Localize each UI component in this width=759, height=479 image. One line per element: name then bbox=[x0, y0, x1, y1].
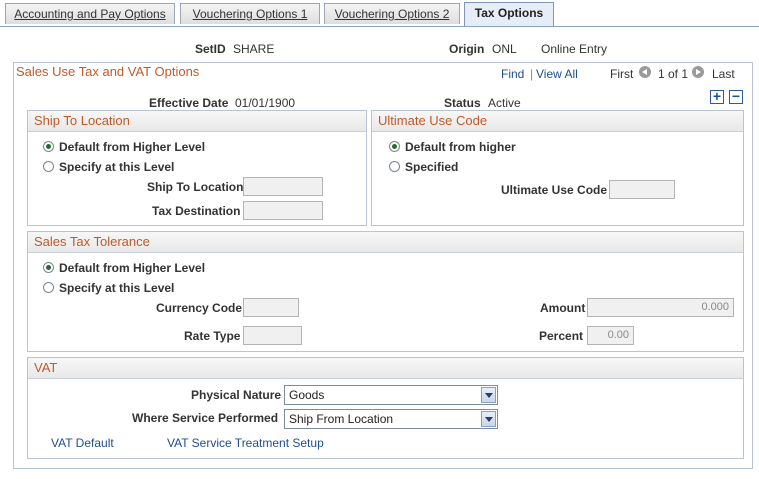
tab-tax-options[interactable]: Tax Options bbox=[464, 2, 554, 26]
nav-separator: | bbox=[530, 67, 534, 81]
panel-title: Sales Use Tax and VAT Options bbox=[16, 64, 200, 79]
last-label: Last bbox=[712, 67, 735, 81]
percent-label: Percent bbox=[539, 329, 584, 343]
radio-label: Specify at this Level bbox=[59, 160, 175, 174]
amount-label: Amount bbox=[540, 301, 586, 315]
tab-vouchering-options-2[interactable]: Vouchering Options 2 bbox=[324, 3, 460, 24]
radio-label: Specify at this Level bbox=[59, 281, 175, 295]
physical-nature-label: Physical Nature bbox=[191, 388, 282, 402]
group-title: Ultimate Use Code bbox=[378, 113, 488, 128]
chevron-down-icon bbox=[481, 387, 496, 403]
tab-vouchering-options-1[interactable]: Vouchering Options 1 bbox=[180, 3, 320, 24]
currency-code-label: Currency Code bbox=[156, 301, 243, 315]
radio-default-from-higher[interactable] bbox=[389, 141, 400, 152]
group-header: Ultimate Use Code bbox=[372, 111, 743, 132]
previous-icon[interactable] bbox=[639, 66, 651, 78]
row-range: 1 of 1 bbox=[658, 67, 689, 81]
group-title: VAT bbox=[34, 360, 58, 375]
physical-nature-value: Goods bbox=[289, 388, 325, 402]
radio-label: Default from higher bbox=[405, 140, 516, 154]
status-label: Status bbox=[444, 96, 481, 110]
physical-nature-select[interactable]: Goods bbox=[284, 385, 498, 405]
view-all-link[interactable]: View All bbox=[536, 67, 578, 81]
group-title: Ship To Location bbox=[34, 113, 130, 128]
minus-icon[interactable]: − bbox=[729, 89, 743, 104]
rate-type-field bbox=[243, 326, 302, 345]
vat-group: VAT bbox=[27, 357, 744, 459]
origin-description: Online Entry bbox=[541, 42, 608, 56]
radio-specified[interactable] bbox=[389, 161, 400, 172]
tax-destination-label: Tax Destination bbox=[152, 204, 241, 218]
ultimate-use-code-field bbox=[609, 180, 675, 199]
ship-to-location-label: Ship To Location bbox=[147, 180, 244, 194]
tab-accounting-and-pay-options[interactable]: Accounting and Pay Options bbox=[5, 3, 175, 24]
vat-default-link[interactable]: VAT Default bbox=[51, 436, 114, 450]
where-service-performed-value: Ship From Location bbox=[289, 412, 394, 426]
radio-specify-at-this-level[interactable] bbox=[43, 282, 54, 293]
currency-code-field bbox=[243, 298, 299, 317]
chevron-down-icon bbox=[481, 411, 496, 427]
find-link[interactable]: Find bbox=[501, 67, 524, 81]
percent-field: 0.00 bbox=[587, 326, 634, 345]
plus-icon[interactable]: + bbox=[710, 89, 724, 104]
effective-date-label: Effective Date bbox=[149, 96, 229, 110]
amount-field: 0.000 bbox=[587, 298, 734, 317]
group-header: Sales Tax Tolerance bbox=[28, 232, 743, 253]
first-label: First bbox=[610, 67, 634, 81]
tab-bar: Accounting and Pay Options Vouchering Op… bbox=[0, 0, 759, 27]
group-header: VAT bbox=[28, 358, 743, 379]
setid-label: SetID bbox=[195, 42, 226, 56]
status-value: Active bbox=[488, 96, 521, 110]
rate-type-label: Rate Type bbox=[184, 329, 241, 343]
radio-label: Specified bbox=[405, 160, 459, 174]
tax-destination-field bbox=[243, 201, 323, 220]
radio-label: Default from Higher Level bbox=[59, 261, 206, 275]
next-icon[interactable] bbox=[692, 66, 704, 78]
vat-service-treatment-setup-link[interactable]: VAT Service Treatment Setup bbox=[167, 436, 324, 450]
setid-value: SHARE bbox=[233, 42, 275, 56]
group-header: Ship To Location bbox=[28, 111, 366, 132]
origin-label: Origin bbox=[449, 42, 485, 56]
group-title: Sales Tax Tolerance bbox=[34, 234, 150, 249]
effective-date-value: 01/01/1900 bbox=[235, 96, 296, 110]
ultimate-use-code-label: Ultimate Use Code bbox=[501, 183, 608, 197]
origin-value: ONL bbox=[492, 42, 517, 56]
radio-specify-at-this-level[interactable] bbox=[43, 161, 54, 172]
radio-label: Default from Higher Level bbox=[59, 140, 206, 154]
where-service-performed-select[interactable]: Ship From Location bbox=[284, 409, 498, 429]
radio-default-from-higher-level[interactable] bbox=[43, 262, 54, 273]
where-service-performed-label: Where Service Performed bbox=[132, 411, 279, 425]
ship-to-location-field bbox=[243, 177, 323, 196]
radio-default-from-higher-level[interactable] bbox=[43, 141, 54, 152]
